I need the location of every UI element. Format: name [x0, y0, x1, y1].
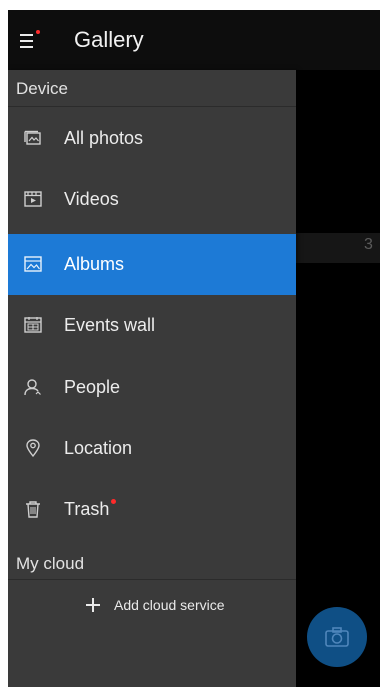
camera-icon	[325, 627, 349, 647]
trash-icon	[26, 501, 40, 518]
plus-icon	[86, 598, 100, 612]
app-screen: 3 Gallery Device All photos Videos Album…	[8, 10, 380, 687]
drawer-item-label: Videos	[64, 189, 119, 209]
drawer-item-albums[interactable]: Albums	[8, 234, 296, 295]
device-section-header: Device	[8, 70, 296, 107]
drawer-item-videos[interactable]: Videos	[8, 169, 296, 230]
album-count: 3	[364, 236, 373, 253]
app-bar: Gallery	[8, 10, 380, 70]
drawer-item-label: Albums	[64, 254, 125, 274]
photos-icon	[24, 130, 41, 145]
cloud-section-header: My cloud	[8, 545, 296, 580]
location-pin-icon	[26, 439, 40, 458]
camera-fab-button[interactable]	[307, 607, 367, 667]
add-cloud-service-label: Add cloud service	[114, 597, 225, 613]
notification-dot	[36, 30, 40, 34]
drawer-item-trash[interactable]: Trash	[8, 479, 296, 540]
album-icon	[24, 256, 42, 272]
events-wall-icon	[24, 317, 42, 333]
drawer-item-label: People	[64, 377, 121, 397]
video-icon	[24, 191, 42, 207]
drawer-item-location[interactable]: Location	[8, 418, 296, 479]
new-badge-dot	[111, 499, 117, 504]
drawer-item-people[interactable]: People	[8, 357, 296, 418]
drawer-item-label: Trash	[64, 499, 117, 520]
app-title: Gallery	[74, 27, 144, 52]
drawer-item-label: Location	[64, 438, 133, 458]
drawer-item-all-photos[interactable]: All photos	[8, 108, 296, 169]
person-icon	[24, 379, 41, 396]
drawer-item-label: Events wall	[64, 315, 156, 335]
drawer-item-events-wall[interactable]: Events wall	[8, 295, 296, 356]
drawer-item-label: All photos	[64, 128, 144, 148]
navigation-drawer: Device All photos Videos Albums Events w…	[8, 70, 296, 687]
menu-button[interactable]	[16, 24, 50, 58]
